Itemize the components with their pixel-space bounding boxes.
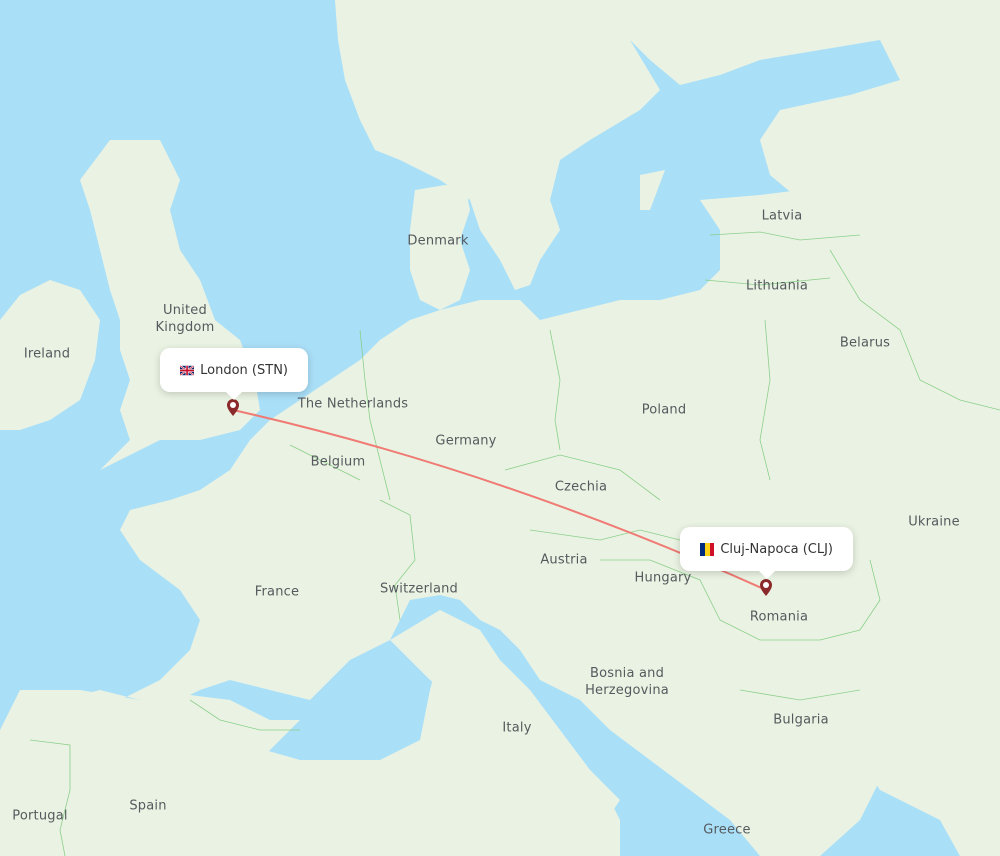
destination-airport-popup[interactable]: Cluj-Napoca (CLJ) xyxy=(680,527,853,579)
destination-airport-label: Cluj-Napoca (CLJ) xyxy=(720,541,833,557)
country-label-switzerland: Switzerland xyxy=(379,581,459,597)
country-label-lithuania: Lithuania xyxy=(745,278,809,294)
origin-airport-popup[interactable]: London (STN) xyxy=(160,348,308,400)
country-label-bulgaria: Bulgaria xyxy=(773,712,829,728)
country-label-the-netherlands: The Netherlands xyxy=(297,396,409,412)
country-label-greece: Greece xyxy=(703,822,751,838)
romania-flag-icon xyxy=(700,542,715,556)
country-label-denmark: Denmark xyxy=(407,233,469,249)
country-label-czechia: Czechia xyxy=(554,479,608,495)
country-label-poland: Poland xyxy=(641,402,687,418)
country-label-belgium: Belgium xyxy=(310,454,366,470)
country-label-germany: Germany xyxy=(435,433,497,449)
country-label-united-kingdom: United Kingdom xyxy=(155,303,215,335)
country-label-spain: Spain xyxy=(129,798,167,814)
map-canvas[interactable] xyxy=(0,0,1000,856)
country-label-ukraine: Ukraine xyxy=(908,514,960,530)
country-label-romania: Romania xyxy=(749,609,809,625)
country-label-portugal: Portugal xyxy=(12,808,68,824)
uk-flag-icon xyxy=(180,364,195,376)
country-label-ireland: Ireland xyxy=(23,346,71,362)
country-label-austria: Austria xyxy=(540,552,588,568)
country-label-france: France xyxy=(254,584,300,600)
country-label-latvia: Latvia xyxy=(761,208,803,224)
country-label-hungary: Hungary xyxy=(634,570,692,586)
country-label-belarus: Belarus xyxy=(839,335,891,351)
country-label-italy: Italy xyxy=(502,720,532,736)
origin-airport-label: London (STN) xyxy=(200,362,288,378)
country-label-bosnia-and-herzegovina: Bosnia and Herzegovina xyxy=(585,666,669,698)
